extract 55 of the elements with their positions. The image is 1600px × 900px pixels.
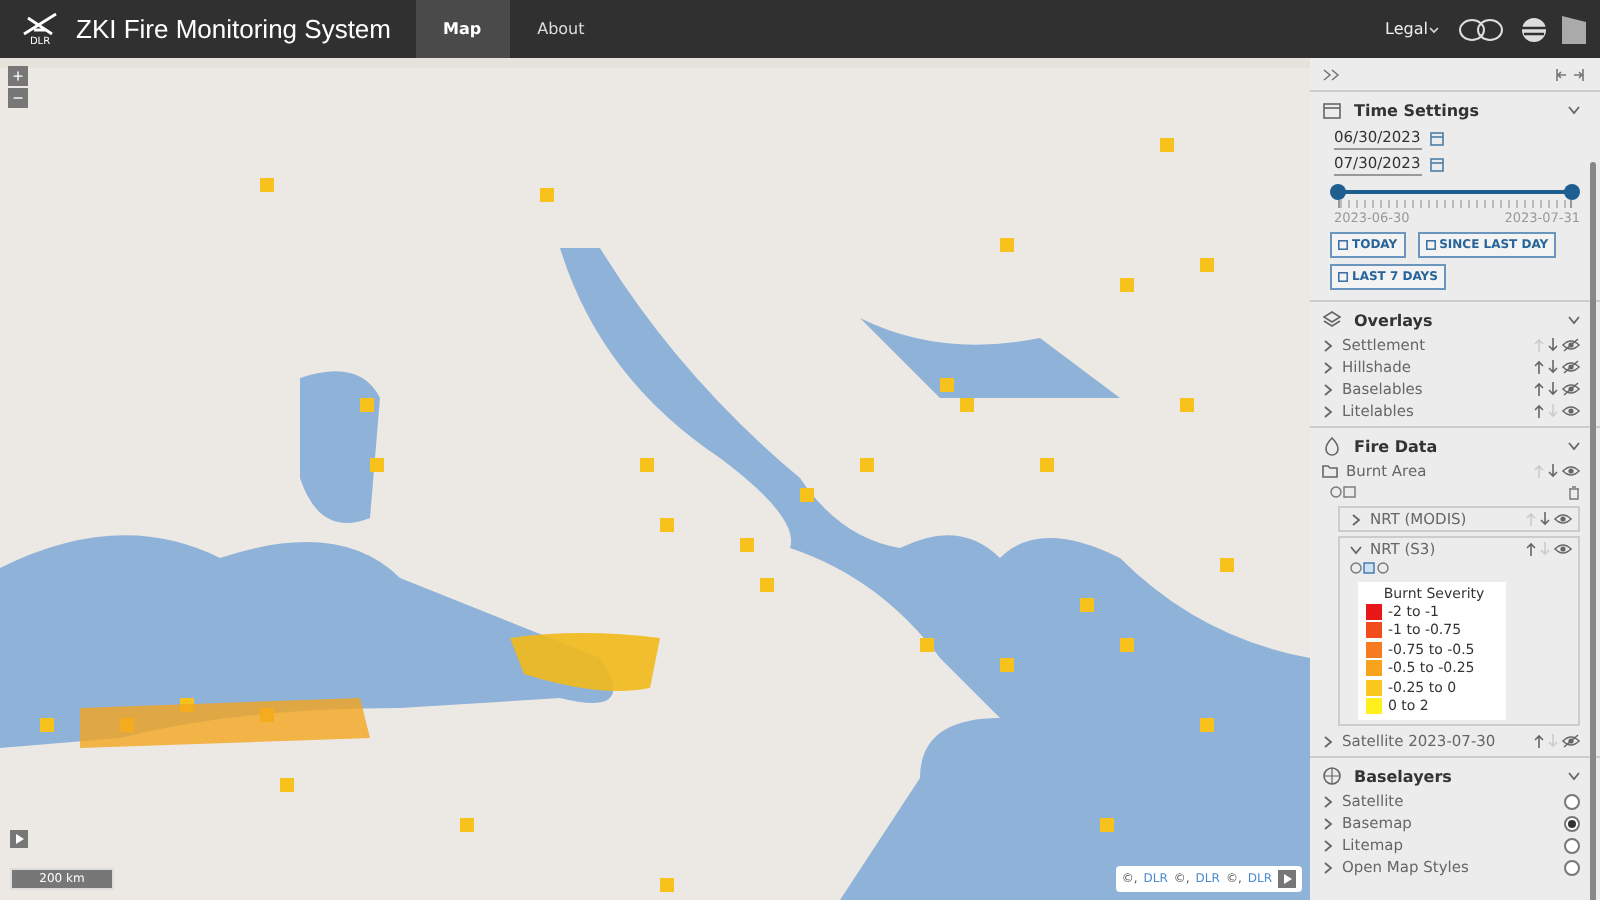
arrow-down-icon[interactable] xyxy=(1540,512,1550,526)
arrow-down-icon[interactable] xyxy=(1548,464,1558,478)
zoom-out-button[interactable]: − xyxy=(8,88,28,108)
eye-icon[interactable] xyxy=(1562,464,1580,478)
globe-icon xyxy=(1520,15,1548,43)
radio-button[interactable] xyxy=(1564,837,1580,853)
arrow-up-icon[interactable] xyxy=(1534,360,1544,374)
radio-button[interactable] xyxy=(1564,859,1580,875)
layer-tools-icon[interactable] xyxy=(1330,486,1356,498)
folder-icon[interactable] xyxy=(1322,464,1338,478)
chevron-down-icon[interactable] xyxy=(1568,104,1580,116)
app-title: ZKI Fire Monitoring System xyxy=(76,12,391,48)
section-title[interactable]: Fire Data xyxy=(1354,437,1556,455)
eye-icon[interactable] xyxy=(1562,404,1580,418)
radio-button[interactable] xyxy=(1564,793,1580,809)
section-title[interactable]: Time Settings xyxy=(1354,101,1556,119)
chevron-down-icon[interactable] xyxy=(1568,770,1580,782)
eye-icon[interactable] xyxy=(1554,542,1572,556)
expand-button[interactable] xyxy=(10,830,28,848)
caret-icon[interactable] xyxy=(1428,25,1440,33)
arrow-up-icon[interactable] xyxy=(1526,542,1536,556)
section-title[interactable]: Baselayers xyxy=(1354,767,1556,785)
logo-mark-icon xyxy=(1560,13,1588,45)
eye-slash-icon[interactable] xyxy=(1562,360,1580,374)
layers-icon xyxy=(1322,310,1342,330)
nav-tab[interactable]: Map xyxy=(415,0,510,58)
eye-slash-icon[interactable] xyxy=(1562,734,1580,748)
eye-slash-icon[interactable] xyxy=(1562,338,1580,352)
geo-service-logo-icon xyxy=(1456,15,1508,43)
arrow-up-icon[interactable] xyxy=(1534,404,1544,418)
chevron-down-icon[interactable] xyxy=(1350,543,1362,555)
zoom-in-button[interactable]: + xyxy=(8,66,28,86)
legal-menu[interactable]: Legal xyxy=(1385,0,1440,58)
section-title[interactable]: Overlays xyxy=(1354,311,1556,329)
layer-tools-icon[interactable] xyxy=(1350,562,1390,574)
logo-icon xyxy=(20,11,60,35)
eye-icon[interactable] xyxy=(1554,512,1572,526)
chevron-down-icon[interactable] xyxy=(1568,440,1580,452)
arrow-up-icon[interactable] xyxy=(1534,734,1544,748)
trash-icon[interactable] xyxy=(1568,485,1580,499)
eye-slash-icon[interactable] xyxy=(1562,382,1580,396)
arrow-down-icon[interactable] xyxy=(1548,360,1558,374)
arrow-down-icon[interactable] xyxy=(1548,382,1558,396)
globe-icon xyxy=(1322,766,1342,786)
slider-handle[interactable] xyxy=(1330,184,1346,200)
arrow-down-icon[interactable] xyxy=(1548,338,1558,352)
radio-button[interactable] xyxy=(1564,815,1580,831)
nav-tab[interactable]: About xyxy=(509,0,613,58)
attribution-toggle-button[interactable] xyxy=(1278,870,1296,888)
arrow-up-icon[interactable] xyxy=(1534,382,1544,396)
double-chevron-icon[interactable] xyxy=(1322,67,1340,81)
scrollbar[interactable] xyxy=(1590,162,1596,900)
slider-handle[interactable] xyxy=(1564,184,1580,200)
chevron-down-icon[interactable] xyxy=(1568,314,1580,326)
collapse-panel-icon[interactable] xyxy=(1556,67,1584,81)
